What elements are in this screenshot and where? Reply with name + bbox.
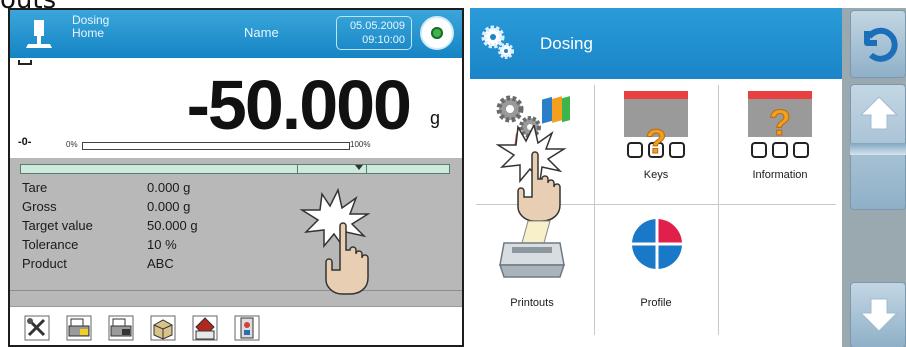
info-label: Target value [22, 218, 93, 233]
balance-icon[interactable] [22, 18, 56, 52]
report-icon[interactable] [234, 315, 260, 341]
bargraph [82, 142, 350, 150]
info-value: 0.000 g [147, 199, 191, 214]
tile-printouts[interactable]: Printouts [470, 205, 594, 329]
database-icon[interactable] [192, 315, 218, 341]
bargraph-max-label: 100% [350, 140, 371, 149]
package-icon[interactable] [150, 315, 176, 341]
info-label: Gross [22, 199, 57, 214]
info-panel[interactable]: Tare 0.000 g Gross 0.000 g Target value … [10, 158, 462, 306]
bargraph-min-label: 0% [66, 140, 78, 149]
tile-label: Profile [640, 297, 672, 309]
info-label: Product [22, 256, 67, 271]
profile-icon [632, 219, 682, 269]
info-value: ABC [147, 256, 174, 271]
info-value: 10 % [147, 237, 177, 252]
tile-label: Printouts [510, 297, 554, 309]
info-row-product: Product ABC [22, 254, 262, 273]
svg-text:?: ? [769, 102, 791, 143]
scroll-thumb[interactable] [850, 143, 906, 155]
working-mode[interactable]: Dosing Home [72, 14, 109, 40]
zero-indicator: -0- [18, 136, 32, 148]
tap-gesture-icon [299, 188, 371, 295]
tile-label: Keys [643, 169, 669, 181]
info-row-target-value: Target value 50.000 g [22, 216, 262, 235]
tile-settings[interactable] [470, 79, 594, 222]
top-bar: Dosing Home Name 05.05.2009 09:10:00 [10, 10, 462, 58]
dosing-menu-screen: Dosing ? Keys ? Information Printouts Pr… [470, 8, 906, 347]
mass-unit[interactable]: g [430, 108, 440, 129]
printer-gross-icon[interactable] [108, 315, 134, 341]
tile-label: Information [752, 169, 808, 181]
info-label: Tolerance [22, 237, 79, 252]
stability-icon [18, 60, 32, 65]
info-row-gross: Gross 0.000 g [22, 197, 262, 216]
tile-profile[interactable]: Profile [594, 205, 718, 329]
quick-access-toolbar [10, 306, 462, 345]
tile-information[interactable]: ? Information [718, 79, 842, 203]
weighing-screen: Dosing Home Name 05.05.2009 09:10:00 -50… [8, 8, 464, 347]
side-navigation [842, 8, 906, 347]
target-marker [355, 165, 363, 170]
scroll-down-icon [859, 298, 899, 332]
tile-empty [718, 205, 842, 329]
date-time: 05.05.2009 09:10:00 [336, 16, 412, 50]
info-row-tolerance: Tolerance 10 % [22, 235, 262, 254]
info-label: Tare [22, 180, 48, 195]
tile-keys[interactable]: ? Keys [594, 79, 718, 203]
printer-tare-icon[interactable] [66, 315, 92, 341]
mode-screen: Home [72, 26, 105, 40]
divider [10, 290, 462, 291]
info-rows: Tare 0.000 g Gross 0.000 g Target value … [22, 178, 262, 273]
svg-text:?: ? [646, 123, 667, 161]
mass-reading: -50.000 [186, 66, 412, 144]
info-value: 50.000 g [147, 218, 198, 233]
settings-gears-icon [481, 25, 514, 59]
tolerance-bar [20, 164, 450, 174]
information-icon: ? [748, 91, 812, 158]
user-name[interactable]: Name [244, 25, 279, 40]
date: 05.05.2009 [349, 20, 405, 32]
info-row-tare: Tare 0.000 g [22, 178, 262, 197]
info-value: 0.000 g [147, 180, 191, 195]
scroll-up-button[interactable] [850, 84, 906, 210]
back-icon [864, 27, 898, 62]
printer-icon [498, 220, 566, 278]
scroll-up-icon [859, 96, 899, 130]
status-indicator-icon[interactable] [420, 16, 454, 50]
time: 09:10:00 [362, 34, 405, 46]
menu-grid: ? Keys ? Information Printouts Profile [470, 79, 842, 347]
menu-header: Dosing [470, 8, 842, 79]
menu-title: Dosing [540, 34, 593, 53]
keys-icon: ? [624, 91, 688, 162]
back-button[interactable] [850, 10, 906, 78]
tools-icon[interactable] [24, 315, 50, 341]
weighing-display: -50.000 g -0- 0% 100% [10, 58, 462, 158]
scroll-down-button[interactable] [850, 282, 906, 347]
